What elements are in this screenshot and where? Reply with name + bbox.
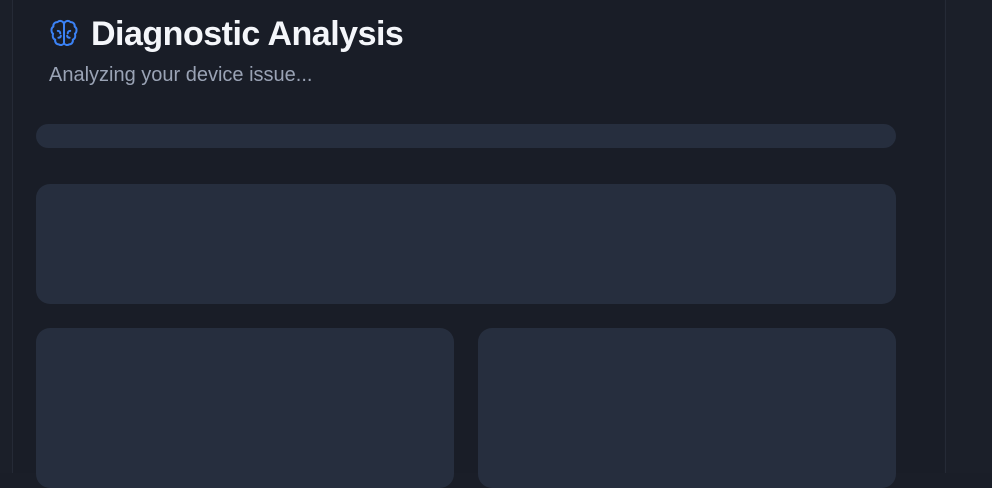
brain-icon — [49, 19, 79, 49]
page-title: Diagnostic Analysis — [91, 15, 404, 53]
right-edge — [945, 0, 992, 473]
detail-card-left-skeleton — [36, 328, 454, 488]
loading-progress-skeleton — [36, 124, 896, 148]
detail-card-right-skeleton — [478, 328, 896, 488]
status-subtitle: Analyzing your device issue... — [49, 64, 313, 86]
summary-card-skeleton — [36, 184, 896, 304]
header: Diagnostic Analysis — [49, 12, 404, 56]
left-edge — [0, 0, 13, 473]
